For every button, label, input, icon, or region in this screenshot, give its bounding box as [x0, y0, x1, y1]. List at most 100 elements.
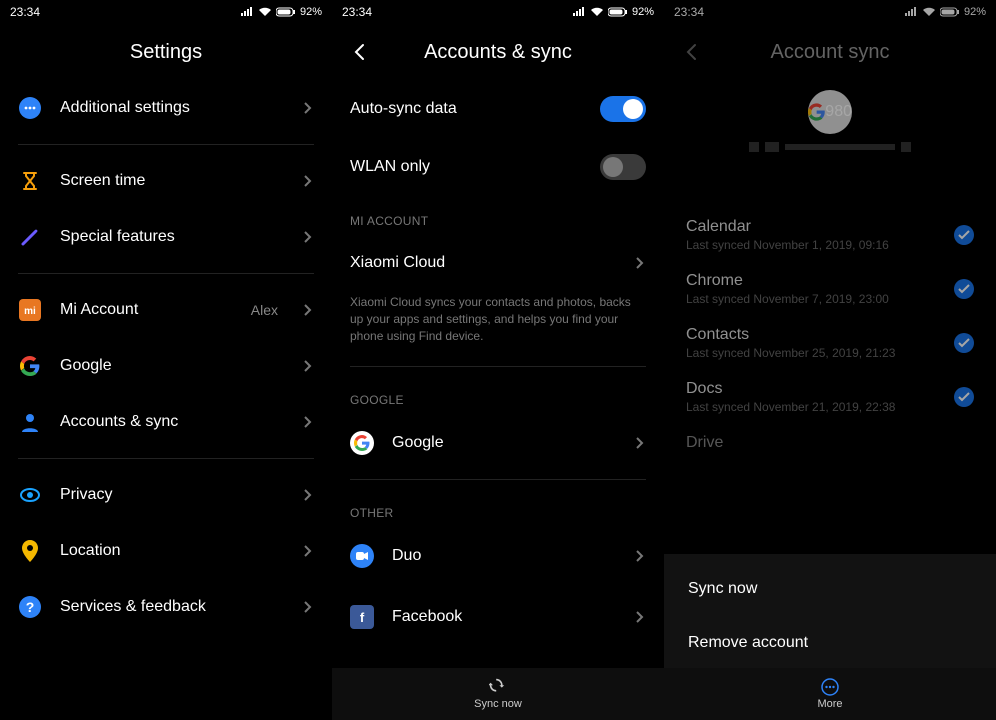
row-auto-sync[interactable]: Auto-sync data: [332, 80, 664, 138]
row-mi-account[interactable]: mi Mi Account Alex: [0, 282, 332, 338]
menu-label: Sync now: [688, 580, 972, 598]
bottom-action-sync-now[interactable]: Sync now: [332, 668, 664, 720]
account-sync-panel: 23:34 92% Account sync 980 CalendarLast …: [664, 0, 996, 720]
sync-item-calendar[interactable]: Calendar Last synced November 1, 2019, 09…: [664, 208, 996, 262]
sync-title: Calendar: [686, 218, 942, 236]
divider: [18, 273, 314, 274]
row-label: Google: [60, 357, 284, 375]
row-label: Google: [392, 434, 616, 452]
menu-sync-now[interactable]: Sync now: [664, 562, 996, 616]
sync-sub: Last synced November 25, 2019, 21:23: [686, 346, 942, 360]
row-privacy[interactable]: Privacy: [0, 467, 332, 523]
row-label: Duo: [392, 547, 616, 565]
chevron-right-icon: [302, 545, 314, 557]
battery-icon: [608, 7, 628, 17]
chevron-right-icon: [634, 550, 646, 562]
divider: [18, 458, 314, 459]
row-label: Privacy: [60, 486, 284, 504]
row-label: Screen time: [60, 172, 284, 190]
chevron-right-icon: [302, 601, 314, 613]
bottom-label: Sync now: [474, 698, 522, 710]
chevron-right-icon: [302, 360, 314, 372]
context-menu: Sync now Remove account: [664, 554, 996, 678]
account-email-redacted: [664, 140, 996, 154]
battery-icon: [940, 7, 960, 17]
sync-item-drive[interactable]: Drive: [664, 424, 996, 462]
wifi-icon: [590, 7, 604, 17]
xiaomi-cloud-desc: Xiaomi Cloud syncs your contacts and pho…: [332, 290, 664, 358]
battery-percent: 92%: [632, 6, 654, 18]
row-services-feedback[interactable]: ? Services & feedback: [0, 579, 332, 635]
sync-title: Chrome: [686, 272, 942, 290]
duo-icon: [350, 544, 374, 568]
section-other: OTHER: [332, 488, 664, 528]
back-button[interactable]: [348, 40, 372, 64]
row-xiaomi-cloud[interactable]: Xiaomi Cloud: [332, 236, 664, 290]
battery-icon: [276, 7, 296, 17]
row-label: Special features: [60, 228, 284, 246]
facebook-icon: f: [350, 605, 374, 629]
row-location[interactable]: Location: [0, 523, 332, 579]
sync-item-docs[interactable]: DocsLast synced November 21, 2019, 22:38: [664, 370, 996, 424]
row-label: WLAN only: [350, 158, 582, 176]
status-bar: 23:34 92%: [664, 0, 996, 24]
sync-title: Drive: [686, 434, 974, 452]
battery-percent: 92%: [300, 6, 322, 18]
row-facebook[interactable]: f Facebook: [332, 584, 664, 638]
back-button[interactable]: [680, 40, 704, 64]
toggle-auto-sync[interactable]: [600, 96, 646, 122]
sync-item-chrome[interactable]: Chrome Last synced November 7, 2019, 23:0…: [664, 262, 996, 316]
wifi-icon: [258, 7, 272, 17]
chevron-right-icon: [302, 304, 314, 316]
accounts-sync-panel: 23:34 92% Accounts & sync Auto-sync data…: [332, 0, 664, 720]
bottom-action-more[interactable]: More: [664, 668, 996, 720]
panel-header: Account sync: [664, 24, 996, 80]
google-g-icon: [350, 431, 374, 455]
row-label: Xiaomi Cloud: [350, 254, 616, 272]
question-circle-icon: ?: [18, 595, 42, 619]
settings-panel: 23:34 92% Settings Additional settings S…: [0, 0, 332, 720]
check-icon: [954, 225, 974, 245]
sync-item-contacts[interactable]: ContactsLast synced November 25, 2019, 2…: [664, 316, 996, 370]
page-title: Account sync: [771, 41, 890, 64]
row-special-features[interactable]: Special features: [0, 209, 332, 265]
row-duo[interactable]: Duo: [332, 528, 664, 584]
status-bar: 23:34 92%: [332, 0, 664, 24]
hourglass-icon: [18, 169, 42, 193]
row-label: Accounts & sync: [60, 413, 284, 431]
sync-sub: Last synced November 7, 2019, 23:00: [686, 292, 942, 306]
more-circle-icon: [18, 96, 42, 120]
accounts-list[interactable]: Auto-sync data WLAN only MI ACCOUNT Xiao…: [332, 80, 664, 720]
toggle-wlan-only[interactable]: [600, 154, 646, 180]
section-google: GOOGLE: [332, 375, 664, 415]
sync-sub: Last synced November 21, 2019, 22:38: [686, 400, 942, 414]
settings-list[interactable]: Additional settings Screen time Special …: [0, 80, 332, 720]
row-google[interactable]: Google: [0, 338, 332, 394]
row-screen-time[interactable]: Screen time: [0, 153, 332, 209]
row-label: Additional settings: [60, 99, 284, 117]
row-accounts-sync[interactable]: Accounts & sync: [0, 394, 332, 450]
page-title: Accounts & sync: [424, 41, 572, 64]
chevron-right-icon: [302, 489, 314, 501]
status-bar: 23:34 92%: [0, 0, 332, 24]
check-icon: [954, 387, 974, 407]
row-additional-settings[interactable]: Additional settings: [0, 80, 332, 136]
divider: [350, 366, 646, 367]
battery-percent: 92%: [964, 6, 986, 18]
section-mi-account: MI ACCOUNT: [332, 196, 664, 236]
status-time: 23:34: [674, 5, 704, 19]
menu-remove-account[interactable]: Remove account: [664, 616, 996, 670]
signal-icon: [240, 7, 254, 17]
sync-icon: [489, 678, 507, 696]
eye-icon: [18, 483, 42, 507]
chevron-right-icon: [302, 416, 314, 428]
row-google-account[interactable]: Google: [332, 415, 664, 471]
person-icon: [18, 410, 42, 434]
divider: [350, 479, 646, 480]
google-g-icon: [18, 354, 42, 378]
status-time: 23:34: [342, 5, 372, 19]
row-wlan-only[interactable]: WLAN only: [332, 138, 664, 196]
sync-sub: Last synced November 1, 2019, 09:16: [686, 238, 942, 252]
row-label: Mi Account: [60, 301, 233, 319]
panel-header: Accounts & sync: [332, 24, 664, 80]
